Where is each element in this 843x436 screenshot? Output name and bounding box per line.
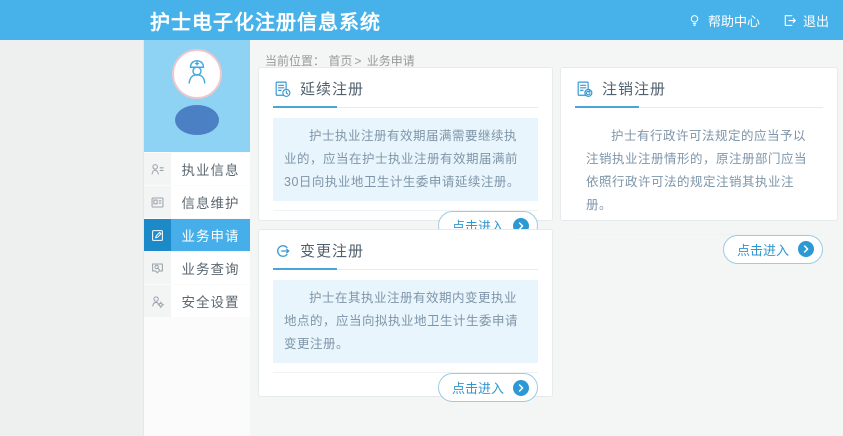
sidebar-item-label: 业务查询 <box>171 252 250 284</box>
card-footer: 点击进入 <box>575 235 823 264</box>
sidebar-item-business-query[interactable]: 业务查询 <box>144 252 250 284</box>
page: 护士电子化注册信息系统 帮助中心 退出 <box>0 0 843 436</box>
business-query-icon <box>144 252 171 284</box>
card-row: 延续注册 护士执业注册有效期届满需要继续执业的，应当在护士执业注册有效期届满前3… <box>258 67 838 221</box>
page-body: 执业信息 信息维护 <box>0 40 843 436</box>
card-description: 护士执业注册有效期届满需要继续执业的，应当在护士执业注册有效期届满前30日向执业… <box>273 118 538 201</box>
change-circle-arrow-icon <box>273 242 291 260</box>
sidebar-item-label: 信息维护 <box>171 186 250 218</box>
app-title: 护士电子化注册信息系统 <box>150 6 381 35</box>
nurse-avatar-icon <box>178 53 216 96</box>
document-undo-icon <box>575 80 593 98</box>
app-header: 护士电子化注册信息系统 帮助中心 退出 <box>0 0 843 40</box>
sidebar: 执业信息 信息维护 <box>143 40 250 436</box>
user-name-placeholder <box>175 105 219 135</box>
sidebar-item-practice-info[interactable]: 执业信息 <box>144 153 250 185</box>
business-application-icon <box>144 219 171 251</box>
left-gutter <box>0 40 143 436</box>
card-header: 注销注册 <box>575 78 823 108</box>
sidebar-item-security-settings[interactable]: 安全设置 <box>144 285 250 317</box>
card-title: 注销注册 <box>602 78 666 99</box>
sidebar-item-label: 执业信息 <box>171 153 250 185</box>
sidebar-item-business-application[interactable]: 业务申请 <box>144 219 250 251</box>
card-cancel-registration: 注销注册 护士有行政许可法规定的应当予以注销执业注册情形的，原注册部门应当依照行… <box>560 67 838 221</box>
logout-icon <box>782 13 797 28</box>
main-content: 当前位置： 首页> 业务申请 <box>250 40 843 436</box>
practice-info-icon <box>144 153 171 185</box>
card-footer: 点击进入 <box>273 373 538 402</box>
enter-button-label: 点击进入 <box>737 240 789 259</box>
logout-label: 退出 <box>803 11 829 30</box>
sidebar-menu: 执业信息 信息维护 <box>144 153 250 318</box>
enter-button-label: 点击进入 <box>452 378 504 397</box>
card-description: 护士在其执业注册有效期内变更执业地点的，应当向拟执业地卫生计生委申请变更注册。 <box>273 280 538 363</box>
chevron-right-circle-icon <box>798 241 814 257</box>
sidebar-item-info-maintenance[interactable]: 信息维护 <box>144 186 250 218</box>
header-actions: 帮助中心 退出 <box>687 11 829 30</box>
card-header: 变更注册 <box>273 240 538 270</box>
document-clock-icon <box>273 80 291 98</box>
enter-button[interactable]: 点击进入 <box>723 235 823 264</box>
avatar <box>172 49 222 99</box>
sidebar-item-label: 安全设置 <box>171 285 250 317</box>
card-description: 护士有行政许可法规定的应当予以注销执业注册情形的，原注册部门应当依照行政许可法的… <box>575 118 823 225</box>
profile-panel <box>144 40 250 152</box>
logout-link[interactable]: 退出 <box>782 11 829 30</box>
security-settings-icon <box>144 285 171 317</box>
help-center-link[interactable]: 帮助中心 <box>687 11 760 30</box>
card-title: 变更注册 <box>300 240 364 261</box>
enter-button[interactable]: 点击进入 <box>438 373 538 402</box>
cards-area: 延续注册 护士执业注册有效期届满需要继续执业的，应当在护士执业注册有效期届满前3… <box>250 64 843 405</box>
lightbulb-icon <box>687 13 702 28</box>
sidebar-item-label: 业务申请 <box>171 219 250 251</box>
card-change-registration: 变更注册 护士在其执业注册有效期内变更执业地点的，应当向拟执业地卫生计生委申请变… <box>258 229 553 397</box>
help-label: 帮助中心 <box>708 11 760 30</box>
card-renewal-registration: 延续注册 护士执业注册有效期届满需要继续执业的，应当在护士执业注册有效期届满前3… <box>258 67 553 221</box>
card-header: 延续注册 <box>273 78 538 108</box>
breadcrumb: 当前位置： 首页> 业务申请 <box>250 40 843 64</box>
card-title: 延续注册 <box>300 78 364 99</box>
chevron-right-circle-icon <box>513 380 529 396</box>
info-maintenance-icon <box>144 186 171 218</box>
